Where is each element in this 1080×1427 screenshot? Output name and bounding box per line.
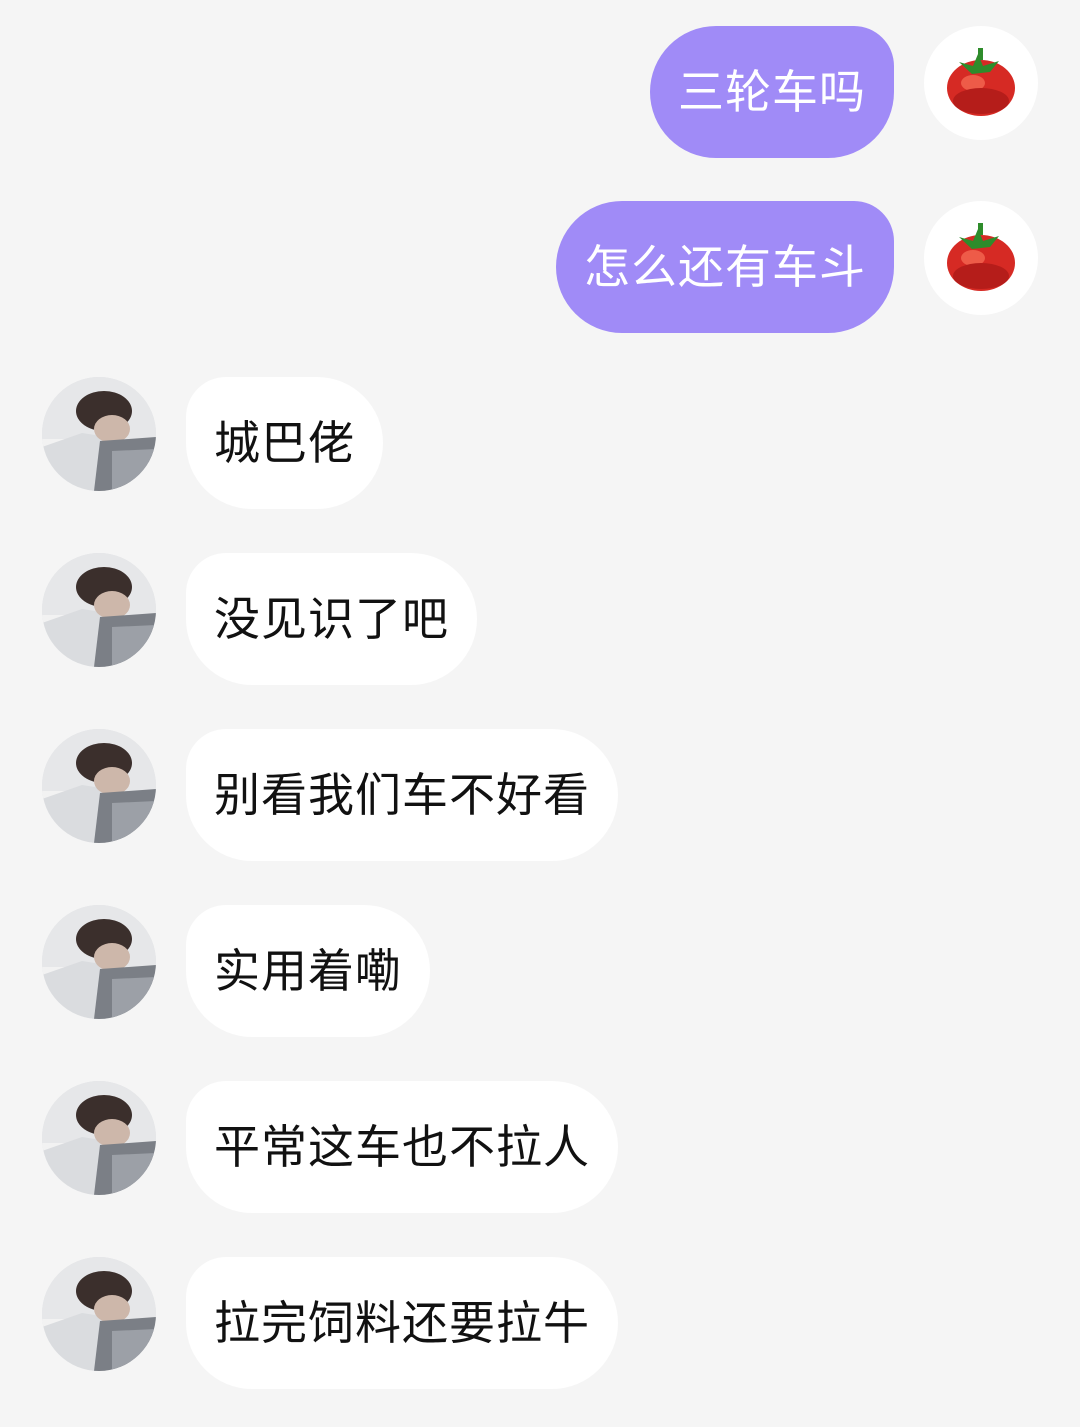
message-bubble-other[interactable]: 别看我们车不好看: [186, 729, 618, 861]
message-bubble-other[interactable]: 实用着嘞: [186, 905, 430, 1037]
message-row-other: 城巴佬: [0, 377, 1080, 509]
profile-photo-avatar[interactable]: [42, 1257, 156, 1371]
message-row-other: 实用着嘞: [0, 905, 1080, 1037]
profile-photo-avatar[interactable]: [42, 377, 156, 491]
message-bubble-other[interactable]: 城巴佬: [186, 377, 383, 509]
profile-photo-avatar[interactable]: [42, 905, 156, 1019]
message-bubble-other[interactable]: 没见识了吧: [186, 553, 477, 685]
profile-photo-avatar[interactable]: [42, 729, 156, 843]
message-row-other: 别看我们车不好看: [0, 729, 1080, 861]
message-row-other: 拉完饲料还要拉牛: [0, 1257, 1080, 1389]
profile-photo-avatar[interactable]: [42, 553, 156, 667]
tomato-icon[interactable]: [924, 201, 1038, 315]
message-row-other: 没见识了吧: [0, 553, 1080, 685]
tomato-icon[interactable]: [924, 26, 1038, 140]
message-bubble-self[interactable]: 三轮车吗: [650, 26, 894, 158]
chat-message-list[interactable]: 三轮车吗 怎么还有车斗 城巴佬 没见识了吧 别看我们车不好看 实用着嘞 平常这车…: [0, 0, 1080, 1427]
message-bubble-other[interactable]: 平常这车也不拉人: [186, 1081, 618, 1213]
message-row-self: 三轮车吗: [0, 26, 1080, 158]
message-bubble-other[interactable]: 拉完饲料还要拉牛: [186, 1257, 618, 1389]
profile-photo-avatar[interactable]: [42, 1081, 156, 1195]
message-row-other: 平常这车也不拉人: [0, 1081, 1080, 1213]
message-row-self: 怎么还有车斗: [0, 201, 1080, 333]
message-bubble-self[interactable]: 怎么还有车斗: [556, 201, 894, 333]
